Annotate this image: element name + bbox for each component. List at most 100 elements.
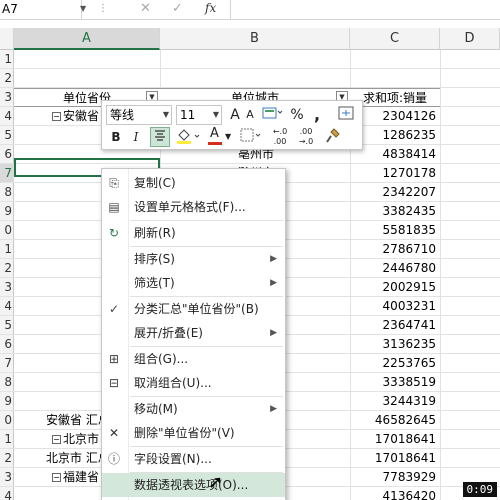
menu-item-7[interactable]: ⊞ 组合(G)... (102, 347, 285, 371)
font-name-dropdown-icon[interactable]: ▼ (163, 106, 169, 124)
pivot-value-cell[interactable]: 46582645 (350, 411, 440, 430)
formula-bar: A7 ▼ ⋮ ✕ ✓ fx (0, 0, 500, 20)
collapse-icon[interactable]: − (52, 473, 61, 482)
menu-item-2[interactable]: ↻ 刷新(R) (102, 221, 285, 245)
menu-item-8[interactable]: ⊟ 取消组合(U)... (102, 371, 285, 395)
menu-item-11[interactable]: ⓘ 字段设置(N)... (102, 447, 285, 471)
row-header[interactable]: 6 (0, 145, 14, 164)
pivot-value-cell[interactable]: 2786710 (350, 240, 440, 259)
row-header[interactable]: 8 (0, 183, 14, 202)
menu-item-label: 取消组合(U)... (134, 376, 212, 390)
merge-center-button[interactable] (334, 105, 358, 125)
menu-item-0[interactable]: ⎘ 复制(C) (102, 171, 285, 195)
italic-button[interactable]: I (128, 127, 144, 147)
menu-item-4[interactable]: 筛选(T) ▶ (102, 271, 285, 295)
pivot-value-cell[interactable]: 4003231 (350, 297, 440, 316)
row-header[interactable]: 2 (0, 449, 14, 468)
font-size-dropdown-icon[interactable]: ▼ (213, 106, 219, 124)
grow-font-button[interactable]: A (228, 105, 242, 125)
pivot-header-sum[interactable]: 求和项:销量 (350, 88, 440, 107)
column-header-c[interactable]: C (350, 28, 440, 50)
row-header[interactable]: 3 (0, 88, 14, 107)
row-header[interactable]: 9 (0, 202, 14, 221)
borders-button[interactable] (238, 127, 264, 147)
row-header[interactable]: 4 (0, 107, 14, 126)
number-format-button[interactable] (260, 105, 284, 125)
column-header-d[interactable]: D (440, 28, 500, 50)
pivot-value-cell[interactable]: 17018641 (350, 430, 440, 449)
row-header[interactable]: 2 (0, 69, 14, 88)
pivot-value-cell[interactable]: 4136420 (350, 487, 440, 500)
select-all-corner[interactable] (0, 28, 14, 50)
row-header[interactable]: 6 (0, 335, 14, 354)
row-header[interactable]: 0 (0, 221, 14, 240)
pivot-value-cell[interactable]: 7783929 (350, 468, 440, 487)
font-color-dropdown-icon[interactable]: ▼ (225, 127, 231, 147)
bold-button[interactable]: B (108, 127, 124, 147)
row-header[interactable]: 5 (0, 316, 14, 335)
insert-function-icon[interactable]: fx (205, 1, 216, 15)
pivot-value-cell[interactable]: 3382435 (350, 202, 440, 221)
row-header[interactable]: 5 (0, 126, 14, 145)
row-header[interactable]: 3 (0, 278, 14, 297)
decrease-decimal-button[interactable]: .00 →.0 (294, 127, 318, 147)
pivot-value-cell[interactable]: 3136235 (350, 335, 440, 354)
pivot-value-cell[interactable]: 2342207 (350, 183, 440, 202)
enter-entry-icon[interactable]: ✓ (172, 1, 183, 16)
percent-style-button[interactable]: % (286, 105, 308, 125)
collapse-icon[interactable]: − (52, 112, 61, 121)
fill-color-button[interactable] (174, 127, 204, 147)
pivot-value-cell[interactable]: 3244319 (350, 392, 440, 411)
row-header[interactable]: 1 (0, 430, 14, 449)
row-header[interactable]: 7 (0, 164, 14, 183)
comma-style-button[interactable]: , (310, 105, 324, 125)
submenu-arrow-icon: ▶ (270, 278, 277, 288)
shrink-font-button[interactable]: A (244, 105, 256, 125)
menu-item-1[interactable]: ▤ 设置单元格格式(F)... (102, 195, 285, 219)
row-header[interactable]: 3 (0, 468, 14, 487)
align-center-button[interactable] (150, 127, 170, 147)
menu-item-label: 分类汇总"单位省份"(B) (134, 302, 259, 316)
row-header[interactable]: 9 (0, 392, 14, 411)
row-header[interactable]: 7 (0, 354, 14, 373)
row-header[interactable]: 0 (0, 411, 14, 430)
row-header[interactable]: 1 (0, 240, 14, 259)
increase-decimal-button[interactable]: ←.0 .00 (268, 127, 292, 147)
pivot-value-cell[interactable]: 2446780 (350, 259, 440, 278)
pivot-value-cell[interactable]: 2253765 (350, 354, 440, 373)
menu-item-3[interactable]: 排序(S) ▶ (102, 247, 285, 271)
pivot-value-cell[interactable]: 2304126 (350, 107, 440, 126)
font-color-button[interactable]: A ▼ (206, 126, 234, 147)
row-header[interactable]: 4 (0, 297, 14, 316)
menu-item-5[interactable]: ✓ 分类汇总"单位省份"(B) (102, 297, 285, 321)
menu-item-9[interactable]: 移动(M) ▶ (102, 397, 285, 421)
pivot-value-cell[interactable]: 1286235 (350, 126, 440, 145)
formula-input[interactable] (230, 0, 500, 19)
row-header[interactable]: 1 (0, 50, 14, 69)
mini-toolbar: 等线 ▼ 11 ▼ A A % , B I A ▼ ←.0 .00 .00 →.… (101, 100, 363, 150)
name-box-dropdown-icon[interactable]: ▼ (80, 4, 86, 13)
pivot-value-cell[interactable]: 4838414 (350, 145, 440, 164)
pivot-value-cell[interactable]: 2002915 (350, 278, 440, 297)
menu-item-label: 刷新(R) (134, 226, 176, 240)
name-box[interactable]: A7 (0, 0, 82, 19)
pivot-value-cell[interactable]: 1270178 (350, 164, 440, 183)
font-size-box[interactable]: 11 ▼ (176, 105, 222, 125)
pivot-value-cell[interactable]: 17018641 (350, 449, 440, 468)
menu-item-12[interactable]: 数据透视表选项(O)... (102, 473, 285, 497)
pivot-value-cell[interactable]: 5581835 (350, 221, 440, 240)
collapse-icon[interactable]: − (52, 435, 61, 444)
format-painter-button[interactable] (322, 127, 344, 147)
font-name-box[interactable]: 等线 ▼ (106, 105, 172, 125)
cancel-entry-icon[interactable]: ✕ (140, 1, 151, 16)
pivot-value-cell[interactable]: 3338519 (350, 373, 440, 392)
menu-item-6[interactable]: 展开/折叠(E) ▶ (102, 321, 285, 345)
menu-item-10[interactable]: ✕ 删除"单位省份"(V) (102, 421, 285, 445)
row-header[interactable]: 8 (0, 373, 14, 392)
column-header-a[interactable]: A (14, 28, 160, 50)
column-header-b[interactable]: B (160, 28, 350, 50)
row-header[interactable]: 4 (0, 487, 14, 500)
formula-bar-separator-icon: ⋮ (98, 3, 108, 14)
pivot-value-cell[interactable]: 2364741 (350, 316, 440, 335)
row-header[interactable]: 2 (0, 259, 14, 278)
